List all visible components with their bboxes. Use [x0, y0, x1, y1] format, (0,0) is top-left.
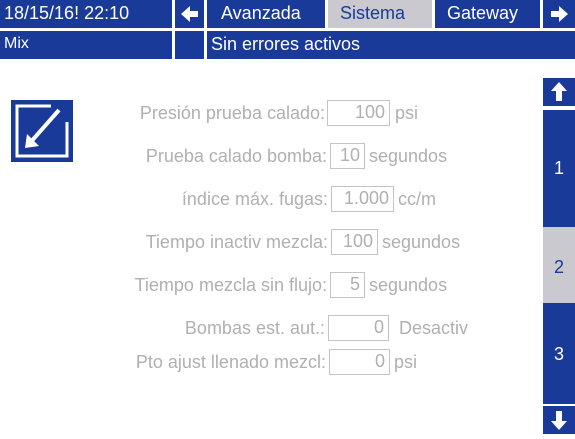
mode-text: Mix: [4, 35, 29, 52]
setting-field-bombas-est[interactable]: 0: [328, 315, 389, 341]
side-tab-2[interactable]: 2: [543, 225, 575, 305]
tab-sistema[interactable]: Sistema: [328, 0, 432, 28]
side-tab-1[interactable]: 1: [543, 110, 575, 226]
setting-label: Bombas est. aut.:: [184, 318, 325, 338]
setting-value: 0: [373, 317, 384, 337]
tab-avanzada[interactable]: Avanzada: [207, 0, 325, 28]
setting-field-prueba-calado-bomba[interactable]: 10: [330, 143, 365, 169]
side-tab-3-label: 3: [553, 344, 564, 364]
setting-unit: segundos: [382, 232, 461, 252]
setting-value: 100: [342, 231, 373, 251]
side-tab-2-label: 2: [553, 257, 564, 277]
tab-gateway-label: Gateway: [447, 3, 519, 23]
setting-unit: Desactiv: [399, 318, 469, 338]
side-tab-3[interactable]: 3: [543, 305, 575, 404]
setting-field-presion-prueba[interactable]: 100: [327, 100, 390, 126]
setting-row-indice-fugas: índice máx. fugas:: [0, 185, 328, 213]
setting-value: 10: [339, 145, 360, 165]
setting-label: Presión prueba calado:: [139, 103, 325, 123]
setting-row-tiempo-inactiv: Tiempo inactiv mezcla:: [0, 228, 328, 256]
tab-avanzada-label: Avanzada: [221, 3, 301, 23]
setting-label: Tiempo inactiv mezcla:: [145, 232, 328, 252]
arrow-up-icon: [551, 82, 567, 101]
setting-unit: psi: [395, 103, 419, 123]
setting-label: Pto ajust llenado mezcl:: [135, 352, 326, 372]
arrow-right-icon: [551, 6, 568, 22]
setting-label: Tiempo mezcla sin flujo:: [134, 275, 327, 295]
tab-sistema-label: Sistema: [340, 3, 406, 23]
setting-unit: segundos: [369, 275, 448, 295]
setting-field-indice-fugas[interactable]: 1.000: [331, 186, 394, 212]
setting-row-prueba-calado-bomba: Prueba calado bomba:: [0, 142, 327, 170]
mode-indicator: [175, 31, 204, 59]
setting-row-presion-prueba: Presión prueba calado:: [0, 99, 325, 127]
tab-next-button[interactable]: [543, 0, 575, 28]
setting-unit: segundos: [369, 146, 448, 166]
setting-label: Prueba calado bomba:: [145, 146, 327, 166]
arrow-down-icon: [551, 411, 567, 430]
setting-unit: cc/m: [398, 189, 436, 209]
tab-prev-button[interactable]: [175, 0, 204, 28]
setting-unit: psi: [394, 352, 418, 372]
side-tab-1-label: 1: [553, 158, 564, 178]
tab-gateway[interactable]: Gateway: [435, 0, 540, 28]
status-text: Sin errores activos: [211, 34, 361, 54]
mode-display: Mix: [0, 31, 172, 59]
datetime-text: 18/15/16! 22:10: [4, 3, 130, 23]
setting-value: 100: [354, 102, 385, 122]
setting-value: 5: [349, 274, 360, 294]
setting-value: 0: [374, 351, 385, 371]
setting-row-tiempo-sin-flujo: Tiempo mezcla sin flujo:: [0, 271, 327, 299]
setting-field-tiempo-inactiv[interactable]: 100: [331, 229, 378, 255]
datetime-display: 18/15/16! 22:10: [0, 0, 172, 28]
setting-row-pto-ajust: Pto ajust llenado mezcl:: [0, 348, 326, 376]
setting-label: índice máx. fugas:: [181, 189, 328, 209]
setting-field-pto-ajust[interactable]: 0: [329, 349, 390, 375]
setting-value: 1.000: [343, 188, 389, 208]
arrow-left-icon: [181, 6, 198, 22]
setting-field-tiempo-sin-flujo[interactable]: 5: [330, 272, 365, 298]
scroll-down-button[interactable]: [543, 406, 575, 434]
scroll-up-button[interactable]: [543, 78, 575, 106]
status-bar: Sin errores activos: [207, 31, 575, 59]
setting-row-bombas-est: Bombas est. aut.:: [0, 314, 325, 342]
